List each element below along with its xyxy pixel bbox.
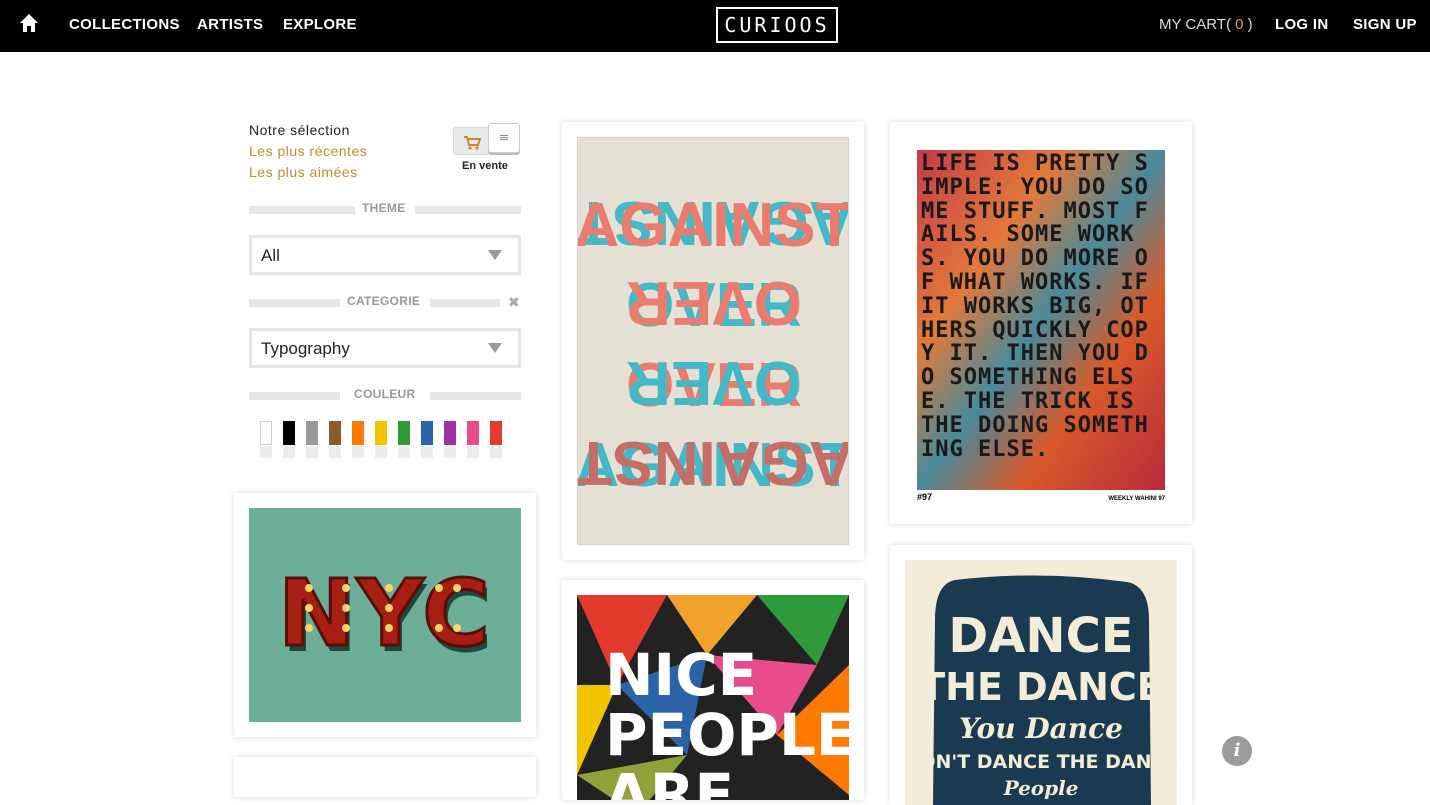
theme-select-value: All: [261, 246, 280, 265]
color-swatch[interactable]: [421, 421, 433, 458]
color-swatch-fill: [329, 421, 341, 445]
nav-link-collections[interactable]: COLLECTIONS: [69, 16, 180, 33]
color-swatch-shadow: [398, 446, 410, 458]
sort-plus-aimees[interactable]: Les plus aimées: [249, 164, 358, 180]
home-icon[interactable]: [18, 12, 40, 34]
poster-image-life-is-pretty-simple: LIFE IS PRETTY SIMPLE: YOU DO SOME STUFF…: [905, 137, 1177, 509]
site-logo[interactable]: CURIOOS: [716, 7, 838, 43]
info-icon[interactable]: i: [1222, 736, 1252, 766]
poster-dance-line-5: People: [1003, 776, 1079, 800]
for-sale-caption: En vente: [462, 160, 508, 172]
color-swatch[interactable]: [490, 421, 502, 458]
poster-nice: NICE: [605, 641, 757, 709]
couleur-section-header: COULEUR: [249, 387, 521, 403]
color-swatch[interactable]: [375, 421, 387, 458]
theme-select[interactable]: All: [249, 235, 521, 275]
categorie-select[interactable]: Typography: [249, 328, 521, 368]
signup-link[interactable]: SIGN UP: [1353, 16, 1417, 33]
color-swatch-shadow: [467, 446, 479, 458]
color-swatch-fill: [421, 421, 433, 445]
color-swatch-fill: [490, 421, 502, 445]
poster-are: ARE: [605, 761, 734, 800]
top-navbar: COLLECTIONS ARTISTS EXPLORE CURIOOS MY C…: [0, 0, 1430, 52]
poster-life-text: LIFE IS PRETTY SIMPLE: YOU DO SOME STUFF…: [921, 152, 1149, 462]
poster-card-next-left[interactable]: [234, 757, 536, 797]
close-icon[interactable]: ✖: [508, 294, 520, 311]
color-swatch-shadow: [375, 446, 387, 458]
poster-card-life-is-pretty-simple[interactable]: LIFE IS PRETTY SIMPLE: YOU DO SOME STUFF…: [890, 122, 1192, 524]
sort-notre-selection[interactable]: Notre sélection: [249, 122, 350, 138]
color-swatch[interactable]: [467, 421, 479, 458]
poster-people: PEOPLE: [605, 701, 849, 769]
color-swatch-fill: [306, 421, 318, 445]
color-swatch-fill: [283, 421, 295, 445]
cart-open-paren: (: [1225, 16, 1231, 33]
poster-dance-line-2: THE DANCE: [919, 665, 1163, 709]
nav-link-explore[interactable]: EXPLORE: [283, 16, 357, 33]
color-swatch-shadow: [352, 446, 364, 458]
categorie-select-value: Typography: [261, 339, 350, 358]
poster-line-1-overlay: AGAINST: [578, 191, 849, 260]
color-swatch-fill: [352, 421, 364, 445]
poster-card-nyc[interactable]: NYC NYC: [234, 493, 536, 737]
cart-count: 0: [1235, 16, 1244, 33]
cart-close-paren: ): [1247, 16, 1253, 33]
color-swatch-shadow: [329, 446, 341, 458]
chevron-down-icon: [488, 343, 502, 353]
color-swatch[interactable]: [329, 421, 341, 458]
poster-card-dance[interactable]: DANCE THE DANCE You Dance DON'T DANCE TH…: [890, 545, 1192, 805]
poster-dance-line-1: DANCE: [948, 608, 1133, 664]
color-swatch-shadow: [490, 446, 502, 458]
color-swatch[interactable]: [306, 421, 318, 458]
color-swatch-fill: [467, 421, 479, 445]
poster-image-against-over: AGAINST AGAINST OVER OVER OVER OVER AGAI…: [577, 137, 849, 545]
theme-label: THEME: [362, 201, 406, 215]
poster-card-nice-people[interactable]: NICE PEOPLE ARE: [562, 580, 864, 800]
list-icon: [500, 135, 508, 140]
poster-line-2-overlay: OVER: [626, 268, 802, 337]
cart-label: MY CART: [1159, 16, 1226, 33]
poster-line-3-overlay: OVER: [626, 348, 802, 417]
poster-image-nice-people: NICE PEOPLE ARE: [577, 595, 849, 800]
theme-section-header: THEME: [249, 201, 521, 217]
toggle-list-button[interactable]: [488, 123, 520, 153]
toggle-for-sale-button[interactable]: [453, 127, 489, 155]
sort-plus-recentes[interactable]: Les plus récentes: [249, 143, 367, 159]
color-swatch[interactable]: [398, 421, 410, 458]
color-swatch[interactable]: [260, 421, 272, 458]
categorie-section-header: CATEGORIE: [249, 294, 521, 310]
poster-line-4-overlay: AGAINST: [578, 428, 849, 497]
color-swatch-shadow: [283, 446, 295, 458]
poster-card-against-over[interactable]: AGAINST AGAINST OVER OVER OVER OVER AGAI…: [562, 122, 864, 560]
color-swatch-fill: [375, 421, 387, 445]
poster-image-nyc: NYC NYC: [249, 508, 521, 722]
color-swatch-shadow: [260, 446, 272, 458]
categorie-label: CATEGORIE: [347, 294, 421, 308]
poster-life-footer-right: WEEKLY WAHINI 97: [1108, 496, 1165, 502]
color-swatch-fill: [260, 421, 272, 445]
poster-dance-line-3: You Dance: [959, 712, 1123, 745]
login-link[interactable]: LOG IN: [1275, 16, 1328, 33]
chevron-down-icon: [488, 250, 502, 260]
color-swatch[interactable]: [444, 421, 456, 458]
poster-dance-line-4: DON'T DANCE THE DANCE: [905, 751, 1177, 773]
color-swatch-shadow: [421, 446, 433, 458]
color-swatch-shadow: [444, 446, 456, 458]
nyc-text: NYC: [278, 560, 492, 667]
nav-link-artists[interactable]: ARTISTS: [197, 16, 263, 33]
my-cart-link[interactable]: MY CART( 0 ): [1159, 16, 1253, 33]
poster-life-footer-left: #97: [917, 492, 932, 502]
color-swatch-fill: [444, 421, 456, 445]
couleur-label: COULEUR: [354, 387, 416, 401]
color-swatch[interactable]: [283, 421, 295, 458]
poster-image-dance: DANCE THE DANCE You Dance DON'T DANCE TH…: [905, 560, 1177, 805]
color-swatch[interactable]: [352, 421, 364, 458]
cart-icon: [464, 136, 482, 150]
color-swatch-shadow: [306, 446, 318, 458]
color-swatch-fill: [398, 421, 410, 445]
